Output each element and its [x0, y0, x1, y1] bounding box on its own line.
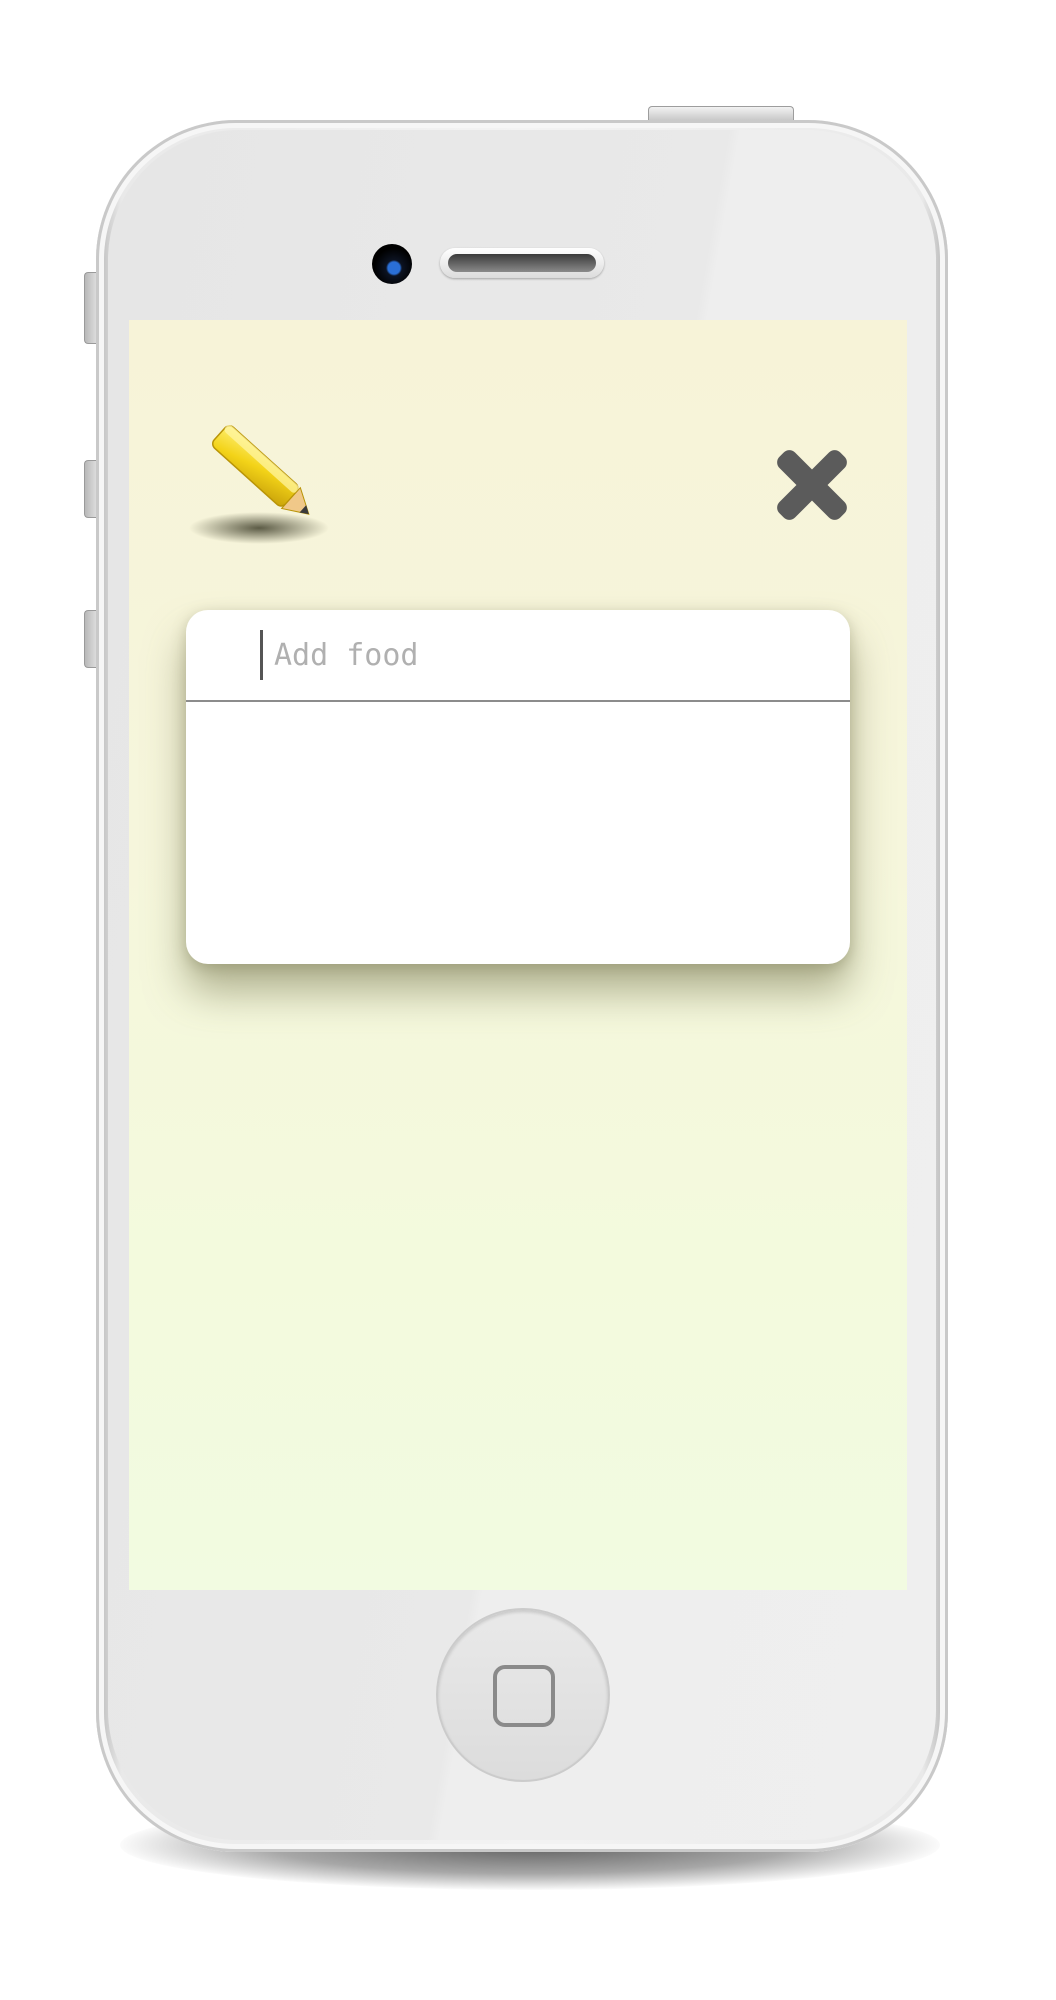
app-screen: [129, 320, 907, 1590]
earpiece-speaker: [440, 248, 604, 278]
text-cursor: [260, 630, 263, 680]
pencil-icon[interactable]: [187, 412, 337, 552]
front-camera: [372, 244, 412, 284]
add-food-input[interactable]: [186, 610, 850, 702]
device-mockup: [0, 0, 1056, 2000]
food-list: [186, 702, 850, 964]
home-square-icon: [493, 1665, 555, 1727]
home-button[interactable]: [436, 1608, 610, 1782]
food-entry-card: [186, 610, 850, 964]
close-icon[interactable]: [765, 438, 859, 532]
